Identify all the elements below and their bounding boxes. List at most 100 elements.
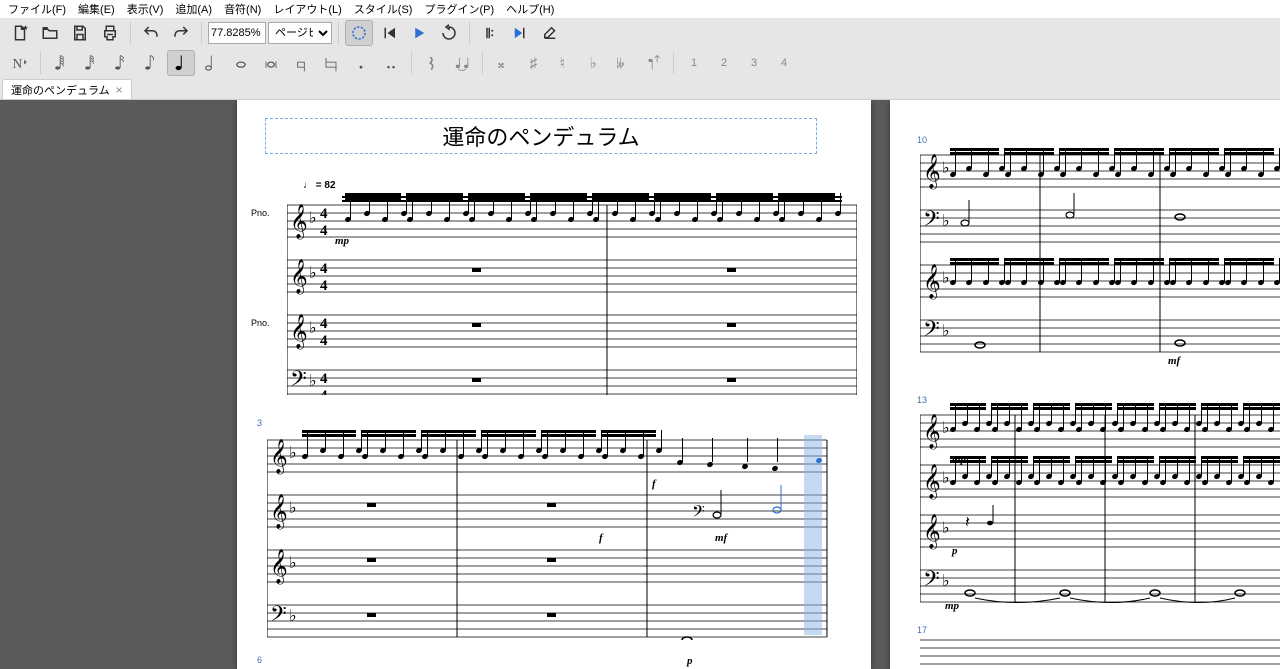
- dynamic-mp[interactable]: mp: [335, 235, 349, 247]
- dynamic-mf[interactable]: mf: [1168, 355, 1180, 367]
- natural-button[interactable]: ♮: [549, 50, 577, 76]
- svg-text:♭: ♭: [942, 520, 950, 537]
- dynamic-p[interactable]: p: [687, 655, 693, 667]
- tempo-mark[interactable]: ♩ = 82: [303, 180, 336, 191]
- voice-3-button[interactable]: 3: [740, 50, 768, 76]
- rewind-start-button[interactable]: [375, 20, 403, 46]
- voice-1-button[interactable]: 1: [680, 50, 708, 76]
- svg-text:𝄞: 𝄞: [290, 204, 308, 240]
- flat-button[interactable]: ♭: [579, 50, 607, 76]
- dynamic-f[interactable]: f: [652, 478, 656, 490]
- duration-quarter-button[interactable]: [167, 50, 195, 76]
- edit-mode-button[interactable]: [536, 20, 564, 46]
- system-2[interactable]: 𝄞 𝄞 𝄞 𝄢 ♭♭♭♭ 𝄢: [267, 430, 857, 640]
- double-flat-button[interactable]: 𝄫: [609, 50, 637, 76]
- menu-edit[interactable]: 編集(E): [72, 0, 121, 18]
- dynamic-p[interactable]: p: [952, 545, 958, 557]
- close-tab-icon[interactable]: ×: [116, 83, 123, 97]
- note-toolbar: N 𝄪 ♯ ♮ ♭ 𝄫 1 2 3 4: [0, 48, 1280, 78]
- svg-text:♭: ♭: [942, 160, 950, 177]
- svg-text:♭: ♭: [289, 500, 297, 517]
- score-page-1[interactable]: 運命のペンデュラム ♩ = 82 Pno. Pno. 𝄞 𝄞 𝄞 �: [237, 100, 871, 669]
- voice-2-button[interactable]: 2: [710, 50, 738, 76]
- measure-number: 10: [917, 135, 927, 145]
- dynamic-mp[interactable]: mp: [945, 600, 959, 612]
- play-to-end-button[interactable]: [506, 20, 534, 46]
- svg-text:4: 4: [320, 333, 328, 349]
- view-mode-select[interactable]: ページビュー: [268, 22, 332, 44]
- svg-text:♭: ♭: [942, 420, 950, 437]
- undo-button[interactable]: [137, 20, 165, 46]
- duration-maxima-button[interactable]: [317, 50, 345, 76]
- menu-layout[interactable]: レイアウト(L): [267, 0, 347, 18]
- duration-longa-button[interactable]: [287, 50, 315, 76]
- system-r3-partial[interactable]: [920, 635, 1280, 669]
- duration-breve-button[interactable]: [257, 50, 285, 76]
- svg-text:𝄢: 𝄢: [923, 207, 940, 236]
- menu-notes[interactable]: 音符(N): [218, 0, 267, 18]
- print-button[interactable]: [96, 20, 124, 46]
- dynamic-mf[interactable]: mf: [715, 532, 727, 544]
- instrument-label: Pno.: [251, 208, 270, 218]
- svg-text:4: 4: [320, 316, 328, 332]
- score-title[interactable]: 運命のペンデュラム: [442, 120, 639, 152]
- svg-text:4: 4: [320, 371, 328, 387]
- note-input-mode-button[interactable]: N: [6, 50, 34, 76]
- svg-text:4: 4: [320, 206, 328, 222]
- flip-direction-button[interactable]: [639, 50, 667, 76]
- sharp-button[interactable]: ♯: [519, 50, 547, 76]
- svg-text:𝄞: 𝄞: [923, 414, 941, 450]
- duration-32nd-button[interactable]: [77, 50, 105, 76]
- loop-button[interactable]: [435, 20, 463, 46]
- menu-file[interactable]: ファイル(F): [2, 0, 72, 18]
- svg-text:𝄽: 𝄽: [965, 514, 970, 531]
- svg-text:4: 4: [320, 278, 328, 294]
- svg-text:♭: ♭: [590, 55, 597, 72]
- double-sharp-button[interactable]: 𝄪: [489, 50, 517, 76]
- menu-plugins[interactable]: プラグイン(P): [418, 0, 500, 18]
- duration-half-button[interactable]: [197, 50, 225, 76]
- score-workspace[interactable]: 運命のペンデュラム ♩ = 82 Pno. Pno. 𝄞 𝄞 𝄞 �: [0, 100, 1280, 669]
- duration-whole-button[interactable]: [227, 50, 255, 76]
- svg-text:𝄞: 𝄞: [270, 549, 288, 585]
- svg-text:♭: ♭: [309, 320, 317, 337]
- duration-64th-button[interactable]: [47, 50, 75, 76]
- double-dot-button[interactable]: [377, 50, 405, 76]
- svg-text:𝄞: 𝄞: [923, 464, 941, 500]
- measure-number: 13: [917, 395, 927, 405]
- play-button[interactable]: [405, 20, 433, 46]
- new-score-button[interactable]: ★: [6, 20, 34, 46]
- title-frame[interactable]: 運命のペンデュラム: [265, 118, 817, 154]
- dot-button[interactable]: [347, 50, 375, 76]
- repeat-start-button[interactable]: [476, 20, 504, 46]
- system-r1[interactable]: 𝄞 𝄢 𝄞 𝄢 ♭♭♭♭: [920, 145, 1280, 355]
- tie-button[interactable]: [448, 50, 476, 76]
- redo-button[interactable]: [167, 20, 195, 46]
- document-tabbar: 運命のペンデュラム ×: [0, 78, 1280, 100]
- menu-view[interactable]: 表示(V): [121, 0, 170, 18]
- rest-button[interactable]: [418, 50, 446, 76]
- svg-text:𝄞: 𝄞: [923, 264, 941, 300]
- dynamic-mp[interactable]: mp: [952, 453, 966, 465]
- menu-add[interactable]: 追加(A): [169, 0, 218, 18]
- tab-title: 運命のペンデュラム: [11, 82, 110, 98]
- document-tab[interactable]: 運命のペンデュラム ×: [2, 79, 132, 99]
- system-r2[interactable]: 𝄞 𝄞 𝄞 𝄢 ♭♭♭♭ 𝄽: [920, 405, 1280, 605]
- svg-text:♭: ♭: [942, 270, 950, 287]
- selection-highlight: [804, 435, 822, 635]
- dynamic-f[interactable]: f: [599, 532, 603, 544]
- save-button[interactable]: [66, 20, 94, 46]
- zoom-input[interactable]: [208, 22, 266, 44]
- instrument-label: Pno.: [251, 318, 270, 328]
- treble-notes-sys1: [342, 196, 852, 236]
- score-page-2[interactable]: 10 𝄞 𝄢 𝄞 𝄢 ♭♭♭♭ mf 13: [890, 100, 1280, 669]
- svg-text:𝄞: 𝄞: [290, 314, 308, 350]
- menu-style[interactable]: スタイル(S): [348, 0, 419, 18]
- duration-8th-button[interactable]: [137, 50, 165, 76]
- open-button[interactable]: [36, 20, 64, 46]
- metronome-button[interactable]: [345, 20, 373, 46]
- voice-4-button[interactable]: 4: [770, 50, 798, 76]
- svg-text:𝄞: 𝄞: [290, 259, 308, 295]
- duration-16th-button[interactable]: [107, 50, 135, 76]
- menu-help[interactable]: ヘルプ(H): [500, 0, 560, 18]
